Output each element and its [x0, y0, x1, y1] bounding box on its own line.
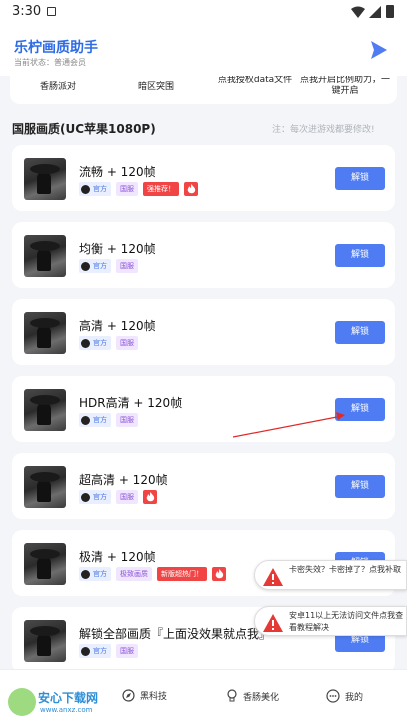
unlock-button[interactable]: 解锁: [335, 475, 385, 498]
tag-hot: 新版超热门！: [157, 567, 207, 581]
unlock-button[interactable]: 解锁: [335, 321, 385, 344]
app-title: 乐柠画质助手: [14, 40, 98, 56]
card-thumbnail: [24, 466, 66, 508]
quick-item-ratio-boost[interactable]: 点我开启比例助力，一键开启: [300, 76, 390, 97]
tag-server: 国服: [116, 182, 138, 196]
official-dot-icon: [81, 338, 90, 348]
toast-card-recovery[interactable]: 卡密失效？卡密掉了？点我补取: [254, 560, 407, 590]
play-icon[interactable]: [366, 38, 390, 62]
fire-icon: [184, 182, 198, 196]
tag-server: 国服: [116, 336, 138, 350]
card-tags: 官方 极致画质 新版超热门！: [79, 567, 226, 581]
warning-icon: [263, 568, 283, 586]
fire-icon: [143, 490, 157, 504]
watermark-logo-icon: [8, 688, 36, 716]
unlock-button[interactable]: 解锁: [335, 398, 385, 421]
official-dot-icon: [81, 261, 90, 271]
status-time: 3:30: [12, 4, 42, 19]
official-dot-icon: [81, 569, 90, 579]
card-title: 均衡 + 120帧: [79, 242, 156, 256]
card-title: 解锁全部画质『上面没效果就点我』: [79, 627, 272, 641]
fire-icon: [212, 567, 226, 581]
quick-actions-card: 香肠派对 暗区突围 点我授权data文件 点我开启比例助力，一键开启: [10, 76, 397, 104]
signal-icon: [369, 6, 381, 18]
toast-message: 安卓11以上无法访问文件点我查看教程解决: [289, 611, 404, 632]
tag-server: 国服: [116, 259, 138, 273]
card-tags: 官方 国服: [79, 644, 138, 658]
section-title: 国服画质(UC苹果1080P): [12, 122, 156, 136]
tag-hot: 强推荐！: [143, 182, 179, 196]
nav-label: 香肠美化: [243, 692, 280, 703]
quick-item-sausage[interactable]: 香肠派对: [32, 82, 84, 93]
status-bar: 3:30: [0, 0, 407, 24]
quality-card: 均衡 + 120帧 官方 国服 解锁: [12, 222, 395, 288]
quality-card: 高清 + 120帧 官方 国服 解锁: [12, 299, 395, 365]
card-title: HDR高清 + 120帧: [79, 396, 183, 410]
official-dot-icon: [81, 184, 90, 194]
card-title: 超高清 + 120帧: [79, 473, 168, 487]
quality-card: HDR高清 + 120帧 官方 国服 解锁: [12, 376, 395, 442]
tag-official: 官方: [79, 336, 111, 350]
tag-official: 官方: [79, 490, 111, 504]
tag-server: 国服: [116, 413, 138, 427]
tag-official: 官方: [79, 182, 111, 196]
official-dot-icon: [81, 415, 90, 425]
card-thumbnail: [24, 543, 66, 585]
quick-item-authorize-data[interactable]: 点我授权data文件: [210, 76, 300, 86]
notification-icon: [47, 7, 56, 16]
unlock-button[interactable]: 解锁: [335, 167, 385, 190]
card-thumbnail: [24, 620, 66, 662]
official-dot-icon: [81, 646, 90, 656]
toast-message: 卡密失效？卡密掉了？点我补取: [289, 565, 401, 574]
watermark-url: www.anxz.com: [40, 706, 93, 714]
nav-label: 我的: [345, 692, 364, 703]
app-header: 乐柠画质助手 当前状态：普通会员: [0, 24, 407, 76]
card-title: 流畅 + 120帧: [79, 165, 156, 179]
quality-card: 超高清 + 120帧 官方 国服 解锁: [12, 453, 395, 519]
nav-item-tech[interactable]: 黑科技: [122, 689, 167, 702]
watermark: 安心下载网 www.anxz.com: [8, 684, 108, 720]
membership-status: 当前状态：普通会员: [14, 58, 86, 67]
card-thumbnail: [24, 312, 66, 354]
card-title: 极清 + 120帧: [79, 550, 156, 564]
card-thumbnail: [24, 158, 66, 200]
tag-server: 国服: [116, 490, 138, 504]
card-tags: 官方 国服: [79, 490, 157, 504]
quality-card: 流畅 + 120帧 官方 国服 强推荐！ 解锁: [12, 145, 395, 211]
card-tags: 官方 国服: [79, 259, 138, 273]
tag-official: 官方: [79, 413, 111, 427]
wifi-icon: [351, 6, 365, 18]
unlock-button[interactable]: 解锁: [335, 244, 385, 267]
card-tags: 官方 国服 强推荐！: [79, 182, 198, 196]
section-note: 注：每次进游戏都要修改!: [272, 125, 375, 135]
profile-icon: [326, 689, 340, 703]
warning-icon: [263, 614, 283, 632]
nav-label: 黑科技: [140, 692, 168, 702]
tag-extreme: 极致画质: [116, 567, 152, 581]
quick-item-dark-zone[interactable]: 暗区突围: [130, 82, 182, 93]
card-thumbnail: [24, 389, 66, 431]
toast-android11-help[interactable]: 安卓11以上无法访问文件点我查看教程解决: [254, 606, 407, 636]
compass-icon: [122, 689, 135, 702]
bulb-icon: [227, 689, 237, 702]
battery-icon: [386, 5, 394, 18]
tag-official: 官方: [79, 644, 111, 658]
tag-server: 国服: [116, 644, 138, 658]
card-tags: 官方 国服: [79, 413, 138, 427]
card-tags: 官方 国服: [79, 336, 138, 350]
official-dot-icon: [81, 492, 90, 502]
tag-official: 官方: [79, 259, 111, 273]
nav-item-mine[interactable]: 我的: [326, 689, 363, 703]
tag-official: 官方: [79, 567, 111, 581]
watermark-text: 安心下载网: [38, 691, 99, 705]
nav-item-beautify[interactable]: 香肠美化: [226, 689, 279, 703]
card-title: 高清 + 120帧: [79, 319, 156, 333]
card-thumbnail: [24, 235, 66, 277]
